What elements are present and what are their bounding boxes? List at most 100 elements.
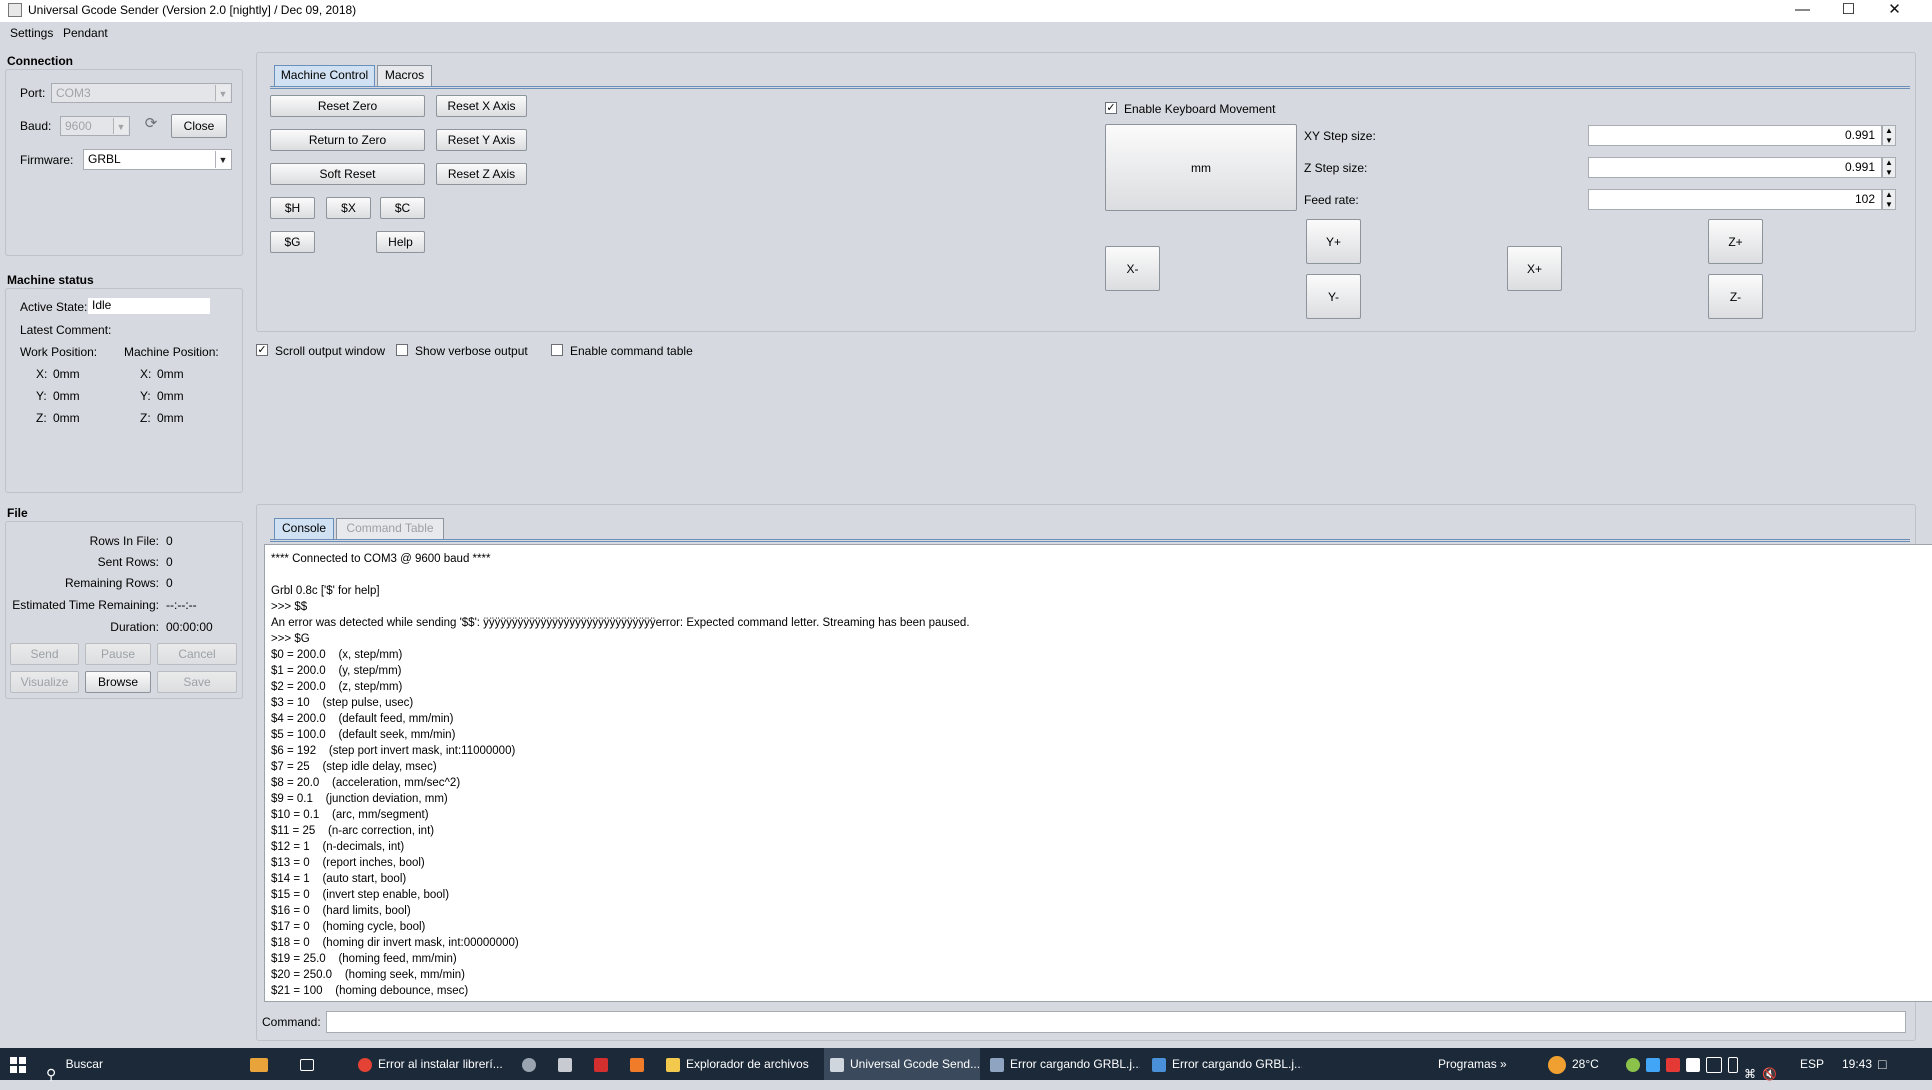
taskbar-app-photos[interactable]: Error cargando GRBL.j... bbox=[1152, 1048, 1302, 1080]
command-input[interactable] bbox=[326, 1011, 1906, 1033]
browse-button[interactable]: Browse bbox=[85, 671, 151, 693]
z-step-label: Z Step size: bbox=[1304, 161, 1368, 175]
firmware-label: Firmware: bbox=[20, 153, 74, 167]
enable-keyboard-checkbox[interactable]: ✓ bbox=[1105, 102, 1117, 114]
work-z-axis: Z: bbox=[36, 411, 47, 425]
console-line: $7 = 25 (step idle delay, msec) bbox=[271, 761, 437, 773]
minimize-icon[interactable]: — bbox=[1780, 0, 1825, 22]
save-button[interactable]: Save bbox=[157, 671, 237, 693]
duration-value: 00:00:00 bbox=[166, 620, 213, 634]
console-line: >>> $$ bbox=[271, 601, 308, 613]
pause-button[interactable]: Pause bbox=[85, 643, 151, 665]
sh-button[interactable]: $H bbox=[270, 197, 315, 219]
console-line: $21 = 100 (homing debounce, msec) bbox=[271, 985, 469, 997]
weather-widget[interactable]: 28°C bbox=[1548, 1048, 1599, 1080]
tray-app-icon bbox=[1626, 1057, 1640, 1072]
jog-z-minus-button[interactable]: Z- bbox=[1708, 274, 1763, 319]
visualize-button[interactable]: Visualize bbox=[10, 671, 79, 693]
close-icon[interactable]: ✕ bbox=[1872, 0, 1917, 22]
tab-macros[interactable]: Macros bbox=[377, 65, 432, 86]
sx-button[interactable]: $X bbox=[326, 197, 371, 219]
tab-console[interactable]: Console bbox=[274, 518, 334, 539]
baud-label: Baud: bbox=[20, 119, 52, 133]
console-line: $6 = 192 (step port invert mask, int:110… bbox=[271, 745, 516, 757]
notifications-icon[interactable]: □ bbox=[1878, 1048, 1898, 1080]
work-position-label: Work Position: bbox=[20, 345, 98, 359]
language-indicator[interactable]: ESP bbox=[1800, 1048, 1824, 1080]
z-step-spinner[interactable]: ▲ ▼ bbox=[1882, 157, 1896, 178]
console-output[interactable]: **** Connected to COM3 @ 9600 baud **** … bbox=[264, 544, 1932, 1002]
taskbar-programs-label: Programas bbox=[1438, 1057, 1497, 1071]
briefcase-icon[interactable] bbox=[250, 1048, 276, 1080]
jog-x-plus-button[interactable]: X+ bbox=[1507, 246, 1562, 291]
help-button[interactable]: Help bbox=[376, 231, 425, 253]
reset-y-axis-button[interactable]: Reset Y Axis bbox=[436, 129, 527, 151]
maximize-icon[interactable]: ☐ bbox=[1826, 0, 1871, 22]
reset-z-axis-button[interactable]: Reset Z Axis bbox=[436, 163, 527, 185]
xy-step-label: XY Step size: bbox=[1304, 129, 1376, 143]
machine-z-value: 0mm bbox=[157, 411, 184, 425]
menu-settings[interactable]: Settings bbox=[10, 26, 53, 40]
jog-y-minus-button[interactable]: Y- bbox=[1306, 274, 1361, 319]
jog-z-plus-button[interactable]: Z+ bbox=[1708, 219, 1763, 264]
feed-rate-spinner[interactable]: ▲ ▼ bbox=[1882, 189, 1896, 210]
acrobat-icon[interactable] bbox=[594, 1048, 618, 1080]
z-step-input[interactable]: 0.991 bbox=[1588, 157, 1882, 178]
close-connection-button[interactable]: Close bbox=[171, 114, 227, 138]
console-line: $11 = 25 (n-arc correction, int) bbox=[271, 825, 435, 837]
scroll-output-checkbox[interactable]: ✓ bbox=[256, 344, 268, 356]
verbose-output-checkbox[interactable] bbox=[396, 344, 408, 356]
console-line: $8 = 20.0 (acceleration, mm/sec^2) bbox=[271, 777, 461, 789]
return-to-zero-button[interactable]: Return to Zero bbox=[270, 129, 425, 151]
photos-icon bbox=[1152, 1057, 1166, 1072]
sc-button[interactable]: $C bbox=[380, 197, 425, 219]
tray-app-icon-2 bbox=[1666, 1057, 1680, 1072]
console-line: $2 = 200.0 (z, step/mm) bbox=[271, 681, 403, 693]
soft-reset-button[interactable]: Soft Reset bbox=[270, 163, 425, 185]
task-view-icon[interactable] bbox=[300, 1048, 326, 1080]
machine-position-label: Machine Position: bbox=[124, 345, 219, 359]
reset-x-axis-button[interactable]: Reset X Axis bbox=[436, 95, 527, 117]
latest-comment-label: Latest Comment: bbox=[20, 323, 112, 337]
sg-button[interactable]: $G bbox=[270, 231, 315, 253]
tab-command-table[interactable]: Command Table bbox=[336, 518, 444, 539]
refresh-icon[interactable]: ⟳ bbox=[141, 114, 161, 134]
menu-pendant[interactable]: Pendant bbox=[63, 26, 108, 40]
active-state-value: Idle bbox=[88, 298, 210, 314]
firmware-select[interactable]: GRBL ▼ bbox=[83, 149, 232, 170]
jog-x-minus-button[interactable]: X- bbox=[1105, 246, 1160, 291]
send-button[interactable]: Send bbox=[10, 643, 79, 665]
scroll-output-label: Scroll output window bbox=[275, 344, 386, 358]
feed-rate-input[interactable]: 102 bbox=[1588, 189, 1882, 210]
port-select[interactable]: COM3 ▼ bbox=[51, 83, 232, 103]
console-line: $14 = 1 (auto start, bool) bbox=[271, 873, 407, 885]
taskbar: ⚲ Buscar Error al instalar librerí... Ex… bbox=[0, 1048, 1932, 1082]
taskbar-app-paint[interactable]: Error cargando GRBL.j... bbox=[990, 1048, 1140, 1080]
taskbar-app-ugs[interactable]: Universal Gcode Send... bbox=[824, 1048, 980, 1080]
taskbar-programs[interactable]: Programas » bbox=[1438, 1048, 1507, 1080]
console-line: $19 = 25.0 (homing feed, mm/min) bbox=[271, 953, 457, 965]
estimated-time-label: Estimated Time Remaining: bbox=[12, 598, 159, 612]
temperature-label: 28°C bbox=[1572, 1057, 1599, 1071]
folder-icon bbox=[666, 1057, 680, 1072]
xy-step-spinner[interactable]: ▲ ▼ bbox=[1882, 125, 1896, 146]
units-toggle-button[interactable]: mm bbox=[1105, 124, 1297, 211]
taskbar-search[interactable]: ⚲ Buscar bbox=[46, 1048, 236, 1082]
reset-zero-button[interactable]: Reset Zero bbox=[270, 95, 425, 117]
settings-icon[interactable] bbox=[522, 1048, 546, 1080]
taskbar-app-explorer[interactable]: Explorador de archivos bbox=[666, 1048, 816, 1080]
calculator-icon[interactable] bbox=[558, 1048, 582, 1080]
java-icon[interactable] bbox=[630, 1048, 654, 1080]
console-line: >>> $G bbox=[271, 633, 310, 645]
cancel-button[interactable]: Cancel bbox=[157, 643, 237, 665]
clock[interactable]: 19:43 bbox=[1842, 1048, 1872, 1080]
taskbar-app-explorer-label: Explorador de archivos bbox=[686, 1057, 809, 1071]
tray-icons[interactable]: ⌘ 🔇 bbox=[1626, 1048, 1783, 1081]
tab-machine-control[interactable]: Machine Control bbox=[274, 65, 375, 86]
taskbar-app-chrome[interactable]: Error al instalar librerí... bbox=[358, 1048, 508, 1080]
command-table-checkbox[interactable] bbox=[551, 344, 563, 356]
baud-select[interactable]: 9600 ▼ bbox=[60, 116, 130, 136]
windows-start-icon[interactable] bbox=[10, 1048, 32, 1080]
xy-step-input[interactable]: 0.991 bbox=[1588, 125, 1882, 146]
jog-y-plus-button[interactable]: Y+ bbox=[1306, 219, 1361, 264]
